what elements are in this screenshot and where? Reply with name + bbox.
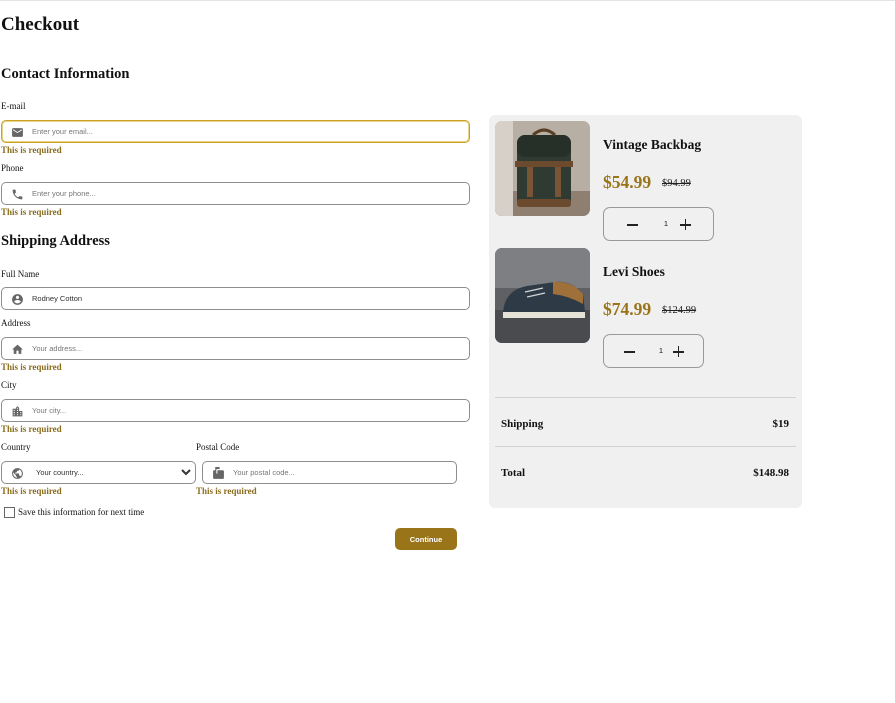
full-name-field[interactable] [1, 287, 470, 310]
phone-icon [11, 188, 24, 201]
quantity-value: 1 [658, 346, 664, 355]
postal-input[interactable] [233, 465, 448, 480]
account-circle-icon [11, 293, 24, 306]
country-label: Country [1, 442, 31, 452]
postal-error: This is required [196, 486, 257, 496]
plus-icon[interactable] [673, 346, 684, 357]
contact-heading: Contact Information [1, 66, 130, 82]
cart-item-name: Levi Shoes [603, 264, 665, 279]
total-label: Total [501, 467, 526, 479]
full-name-label: Full Name [1, 269, 40, 279]
minus-icon[interactable] [624, 346, 635, 357]
phone-input[interactable] [32, 186, 457, 201]
summary-divider [495, 397, 796, 398]
full-name-input[interactable] [32, 291, 457, 306]
cart-item-old-price: $94.99 [662, 178, 691, 189]
shipping-value: $19 [772, 418, 790, 430]
shipping-label: Shipping [501, 418, 544, 430]
email-input[interactable] [32, 124, 457, 139]
shoes-product-image [495, 248, 590, 343]
postal-field[interactable] [202, 461, 457, 484]
summary-divider [495, 446, 796, 447]
email-error: This is required [1, 145, 62, 155]
phone-field[interactable] [1, 182, 470, 205]
postal-label: Postal Code [196, 442, 240, 452]
city-label: City [1, 380, 17, 390]
globe-icon [11, 467, 24, 480]
address-field[interactable] [1, 337, 470, 360]
email-label: E-mail [1, 101, 26, 111]
cart-item-old-price: $124.99 [662, 305, 697, 316]
total-value: $148.98 [753, 467, 789, 479]
cart-item-name: Vintage Backbag [603, 137, 702, 152]
plus-icon[interactable] [680, 219, 691, 230]
quantity-value: 1 [663, 219, 669, 228]
cart-item-price: $74.99 [603, 299, 652, 319]
shipping-heading: Shipping Address [1, 233, 110, 249]
quantity-stepper: 1 [603, 334, 704, 368]
save-info-checkbox[interactable] [4, 507, 15, 518]
home-icon [11, 343, 24, 356]
email-field[interactable] [1, 120, 470, 143]
city-field[interactable] [1, 399, 470, 422]
backpack-product-image [495, 121, 590, 216]
top-divider [0, 0, 895, 1]
address-label: Address [1, 318, 31, 328]
phone-label: Phone [1, 163, 24, 173]
save-info-label[interactable]: Save this information for next time [18, 507, 144, 517]
address-error: This is required [1, 362, 62, 372]
city-error: This is required [1, 424, 62, 434]
continue-button[interactable]: Continue [395, 528, 457, 550]
cart-item-price: $54.99 [603, 172, 652, 192]
mail-icon [11, 126, 24, 139]
minus-icon[interactable] [627, 219, 638, 230]
mailbox-icon [212, 467, 225, 480]
page-title: Checkout [1, 14, 80, 35]
phone-error: This is required [1, 207, 62, 217]
country-field[interactable]: Your country... [1, 461, 196, 484]
city-input[interactable] [32, 403, 457, 418]
address-input[interactable] [32, 341, 457, 356]
city-icon [11, 405, 24, 418]
quantity-stepper: 1 [603, 207, 714, 241]
country-select[interactable]: Your country... [32, 465, 194, 480]
country-error: This is required [1, 486, 62, 496]
